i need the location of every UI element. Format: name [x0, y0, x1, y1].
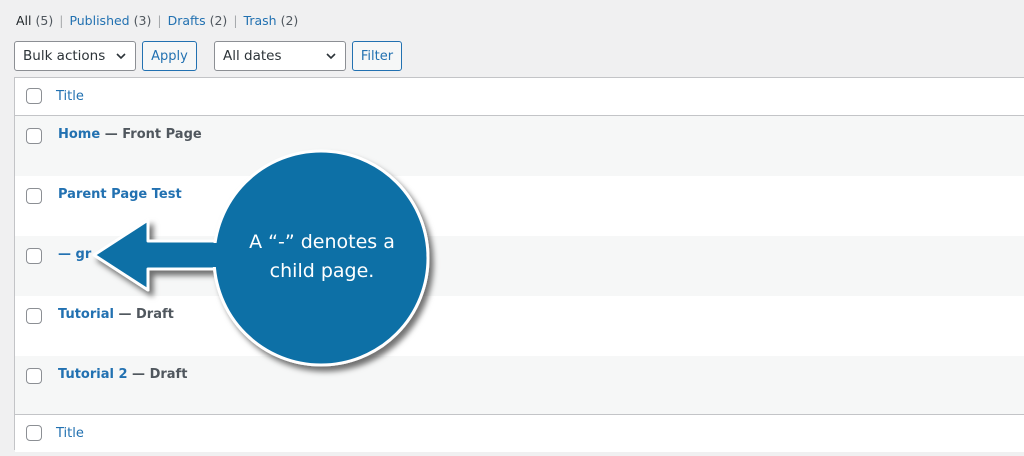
filter-published[interactable]: Published (3) — [69, 13, 151, 28]
select-all-checkbox[interactable] — [26, 88, 42, 104]
chevron-down-icon — [116, 53, 126, 60]
filter-separator: | — [157, 13, 162, 28]
row-title-link[interactable]: — gr — [58, 247, 91, 262]
row-title-line: Tutorial — Draft — [58, 307, 174, 322]
row-checkbox[interactable] — [26, 188, 42, 204]
bulk-actions-select[interactable]: Bulk actions — [14, 41, 136, 71]
bulk-actions-value: Bulk actions — [23, 48, 106, 64]
table-row: Tutorial — Draft — [15, 296, 1024, 356]
table-footer: Title — [15, 414, 1024, 452]
row-title-line: Tutorial 2 — Draft — [58, 367, 187, 382]
post-state: — Front Page — [100, 127, 202, 142]
filter-published-label: Published — [69, 13, 130, 28]
filter-trash[interactable]: Trash (2) — [244, 13, 299, 28]
table-toolbar: Bulk actions Apply All dates Filter — [14, 41, 402, 71]
post-state: — Draft — [127, 367, 188, 382]
filter-drafts[interactable]: Drafts (2) — [168, 13, 228, 28]
row-title-link[interactable]: Home — [58, 127, 100, 142]
filter-drafts-label: Drafts — [167, 13, 206, 28]
row-title-link[interactable]: Tutorial — [58, 307, 114, 322]
title-column-footer[interactable]: Title — [56, 426, 84, 441]
table-row: Home — Front Page — [15, 116, 1024, 176]
row-checkbox[interactable] — [26, 248, 42, 264]
row-checkbox[interactable] — [26, 128, 42, 144]
title-column-header[interactable]: Title — [56, 89, 84, 104]
filter-drafts-count: (2) — [209, 13, 228, 28]
row-title-link[interactable]: Parent Page Test — [58, 187, 182, 202]
row-checkbox[interactable] — [26, 368, 42, 384]
status-filter-links: All (5) | Published (3) | Drafts (2) | T… — [16, 13, 298, 28]
apply-button[interactable]: Apply — [142, 41, 197, 71]
filter-button[interactable]: Filter — [352, 41, 402, 71]
chevron-down-icon — [326, 53, 336, 60]
table-row: — gr — [15, 236, 1024, 296]
row-title-line: Parent Page Test — [58, 187, 182, 202]
table-row: Parent Page Test — [15, 176, 1024, 236]
callout-text: A “-” denotes a child page. — [222, 228, 422, 286]
table-row: Tutorial 2 — Draft — [15, 356, 1024, 416]
row-checkbox[interactable] — [26, 308, 42, 324]
table-header: Title — [15, 78, 1024, 116]
callout-line-2: child page. — [269, 260, 375, 282]
filter-all-label: All — [16, 13, 32, 28]
pages-table: Title Home — Front Page Parent Page Test… — [14, 77, 1024, 452]
post-state: — Draft — [113, 307, 174, 322]
dates-select[interactable]: All dates — [214, 41, 346, 71]
dates-value: All dates — [223, 48, 282, 64]
filter-trash-count: (2) — [280, 13, 299, 28]
filter-separator: | — [59, 13, 64, 28]
filter-trash-label: Trash — [243, 13, 277, 28]
row-title-line: Home — Front Page — [58, 127, 202, 142]
filter-published-count: (3) — [133, 13, 152, 28]
row-title-line: — gr — [58, 247, 91, 262]
row-title-link[interactable]: Tutorial 2 — [58, 367, 128, 382]
callout-line-1: A “-” denotes a — [249, 231, 395, 253]
filter-separator: | — [233, 13, 238, 28]
filter-all-count: (5) — [35, 13, 54, 28]
filter-all[interactable]: All (5) — [16, 13, 53, 28]
select-all-checkbox[interactable] — [26, 425, 42, 441]
